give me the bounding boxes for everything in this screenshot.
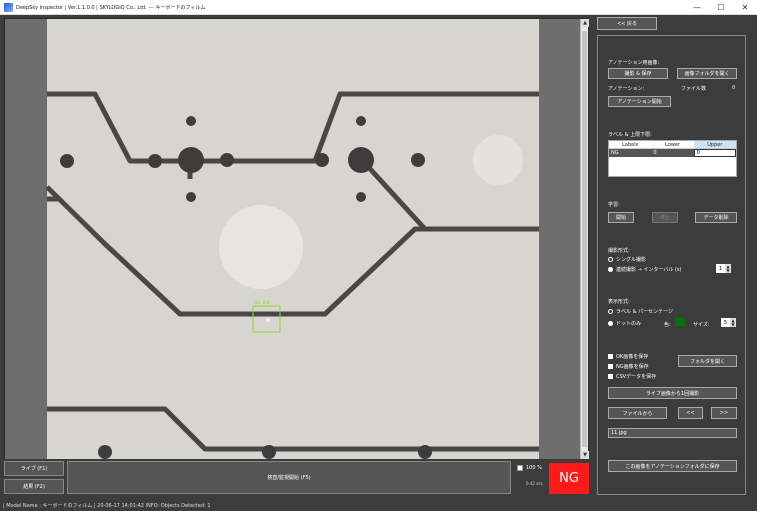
single-capture-radio[interactable]: シングル撮影 [608, 256, 646, 263]
dot-only-radio[interactable]: ドットのみ [608, 320, 641, 327]
save-csv-checkbox[interactable]: CSVデータを保存 [608, 373, 656, 380]
scroll-down-arrow-icon[interactable]: ▼ [581, 451, 589, 459]
scroll-up-arrow-icon[interactable]: ▲ [581, 19, 589, 27]
label-bounds-heading: ラベル & 上限下限: [608, 132, 652, 138]
close-button[interactable]: ✕ [733, 0, 757, 15]
from-file-button[interactable]: ファイルから [608, 407, 667, 419]
status-bar: | Model Name : キーボードのフィルム | 20-06-17 14:… [0, 499, 757, 511]
delete-data-button[interactable]: データ削除 [695, 212, 737, 223]
threshold-checkbox[interactable]: 100 % [517, 465, 542, 471]
table-header-labels: Labels [622, 141, 639, 148]
shoot-save-button[interactable]: 撮影 & 保存 [608, 68, 668, 79]
threshold-label: 100 % [526, 465, 542, 471]
right-panel: アノテーション用画像: 撮影 & 保存 画像フォルダを開く アノテーション: フ… [597, 35, 746, 495]
label-percent-radio[interactable]: ラベル & パーセンテージ [608, 308, 673, 315]
capture-from-live-button[interactable]: ライブ画像から1回撮影 [608, 387, 737, 399]
capture-mode-heading: 撮影形式: [608, 248, 630, 254]
dot-only-label: ドットのみ [616, 321, 642, 327]
processing-time: 0.42 sec [526, 481, 543, 486]
checkbox-box[interactable] [517, 465, 523, 471]
interval-stepper[interactable]: 1 ▲ ▼ [716, 264, 731, 273]
continuous-capture-radio[interactable]: 連続撮影 → インターバル (s) [608, 266, 681, 273]
single-capture-label: シングル撮影 [616, 257, 647, 263]
back-button[interactable]: << 戻る [597, 17, 657, 30]
result-button[interactable]: 結果 (F2) [4, 479, 64, 494]
next-button[interactable]: >> [711, 407, 737, 419]
stepper-arrows-icon[interactable]: ▲ ▼ [725, 264, 731, 273]
learning-start-button[interactable]: 開始 [608, 212, 634, 223]
window-title: DeepSky Inspector | Ver.1.1.0.0 | SKYLOG… [16, 4, 206, 11]
continuous-capture-label: 連続撮影 → インターバル (s) [616, 267, 682, 273]
app-icon [4, 2, 13, 12]
save-ok-label: OK画像を保存 [616, 354, 649, 360]
checkbox-box[interactable] [608, 354, 613, 359]
annotation-label: アノテーション: [608, 86, 645, 92]
open-image-folder-button[interactable]: 画像フォルダを開く [677, 68, 737, 79]
table-cell-lower[interactable]: 0 [651, 149, 694, 157]
checkbox-box[interactable] [608, 364, 613, 369]
title-bar: DeepSky Inspector | Ver.1.1.0.0 | SKYLOG… [0, 0, 757, 15]
checkbox-box[interactable] [608, 374, 613, 379]
save-ng-label: NG画像を保存 [616, 364, 649, 370]
label-bounds-table[interactable]: Labels Lower Upper NG 0 0 [608, 140, 737, 177]
radio-dot[interactable] [608, 321, 613, 326]
inspect-start-button[interactable]: 検査/監視開始 (F5) [67, 461, 511, 494]
stepper-arrows-icon[interactable]: ▲ ▼ [730, 318, 736, 327]
ng-result-badge: NG [549, 463, 589, 494]
size-stepper[interactable]: 5 ▲ ▼ [721, 318, 736, 327]
file-count-value: 0 [732, 85, 736, 91]
save-ng-checkbox[interactable]: NG画像を保存 [608, 363, 649, 370]
table-cell-upper[interactable]: 0 [693, 149, 737, 157]
pcb-image [5, 19, 581, 459]
maximize-button[interactable]: ☐ [709, 0, 733, 15]
vertical-scrollbar[interactable]: ▲ ▼ [580, 19, 589, 459]
previous-button[interactable]: << [678, 407, 703, 419]
learning-heading: 学習: [608, 202, 620, 208]
color-label: 色: [664, 322, 671, 328]
table-row[interactable]: NG 0 0 [609, 149, 737, 157]
open-folder-button[interactable]: フォルダを開く [678, 355, 737, 367]
table-header-lower: Lower [665, 141, 680, 148]
start-annotation-button[interactable]: アノテーション開始 [608, 96, 671, 107]
save-ok-checkbox[interactable]: OK画像を保存 [608, 353, 648, 360]
live-button[interactable]: ライブ (F1) [4, 461, 64, 476]
file-name-field[interactable]: 11.jpg [608, 428, 737, 438]
save-csv-label: CSVデータを保存 [616, 374, 657, 380]
inspection-image[interactable]: NG: 0.9 [5, 19, 581, 459]
save-to-annotation-folder-button[interactable]: この画像をアノテーションフォルダに保存 [608, 460, 737, 472]
display-mode-heading: 表示形式: [608, 299, 630, 305]
file-count-label: ファイル数 [681, 86, 707, 92]
table-cell-label[interactable]: NG [609, 149, 652, 157]
radio-dot[interactable] [608, 257, 613, 262]
detection-label: NG: 0.9 [254, 300, 270, 305]
label-percent-label: ラベル & パーセンテージ [616, 309, 673, 315]
interval-value[interactable]: 1 [716, 264, 725, 273]
learning-stop-button[interactable]: 停止 [652, 212, 678, 223]
dot-color-swatch[interactable] [675, 317, 685, 327]
size-value[interactable]: 5 [721, 318, 730, 327]
scroll-thumb[interactable] [582, 31, 587, 447]
minimize-button[interactable]: — [685, 0, 709, 15]
annotation-images-heading: アノテーション用画像: [608, 60, 660, 66]
image-panel: NG: 0.9 ▲ ▼ [4, 18, 589, 459]
radio-dot[interactable] [608, 309, 613, 314]
table-header-upper: Upper [693, 141, 736, 148]
size-label: サイズ: [693, 322, 710, 328]
radio-dot[interactable] [608, 267, 613, 272]
